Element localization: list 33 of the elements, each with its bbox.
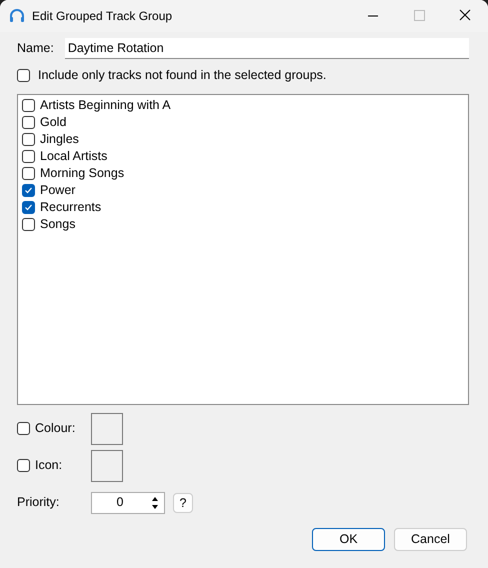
priority-spinner[interactable]: 0	[91, 492, 165, 514]
list-item-label: Gold	[40, 114, 66, 131]
list-item-label: Jingles	[40, 130, 79, 148]
dialog-button[interactable]: OK	[312, 528, 385, 551]
dialog-button[interactable]: Cancel	[394, 528, 467, 551]
list-item-label: Power	[40, 182, 76, 199]
headphones-icon	[9, 8, 25, 24]
checkbox[interactable]	[22, 166, 35, 180]
checkbox[interactable]	[22, 218, 35, 231]
list-item-label: Local Artists	[40, 148, 108, 165]
name-label: Name:	[17, 40, 54, 58]
list-item-label: Recurrents	[40, 198, 102, 216]
checkbox[interactable]	[22, 150, 35, 163]
checkbox[interactable]	[22, 98, 35, 112]
priority-label: Priority:	[17, 494, 60, 512]
colour-swatch[interactable]	[91, 412, 123, 445]
list-item-label: Artists Beginning with A	[40, 96, 171, 114]
checkbox[interactable]	[17, 422, 30, 436]
checkbox[interactable]	[22, 116, 35, 129]
checkbox-label: Include only tracks not found in the selected groups.	[38, 67, 326, 84]
name-field[interactable]: Daytime Rotation	[64, 38, 469, 59]
checkbox-label: Icon:	[35, 457, 64, 474]
list-item-label: Songs	[40, 216, 76, 233]
checkbox[interactable]	[22, 200, 35, 214]
checkbox[interactable]	[17, 68, 30, 82]
checkbox[interactable]	[22, 184, 35, 197]
help-button[interactable]: ?	[173, 492, 193, 513]
checkbox[interactable]	[22, 132, 35, 146]
list-item-label: Morning Songs	[40, 164, 124, 182]
checkbox[interactable]	[17, 459, 30, 472]
icon-well[interactable]	[91, 450, 123, 482]
checkbox-label: Colour:	[35, 420, 76, 438]
window-title: Edit Grouped Track Group	[32, 8, 172, 25]
